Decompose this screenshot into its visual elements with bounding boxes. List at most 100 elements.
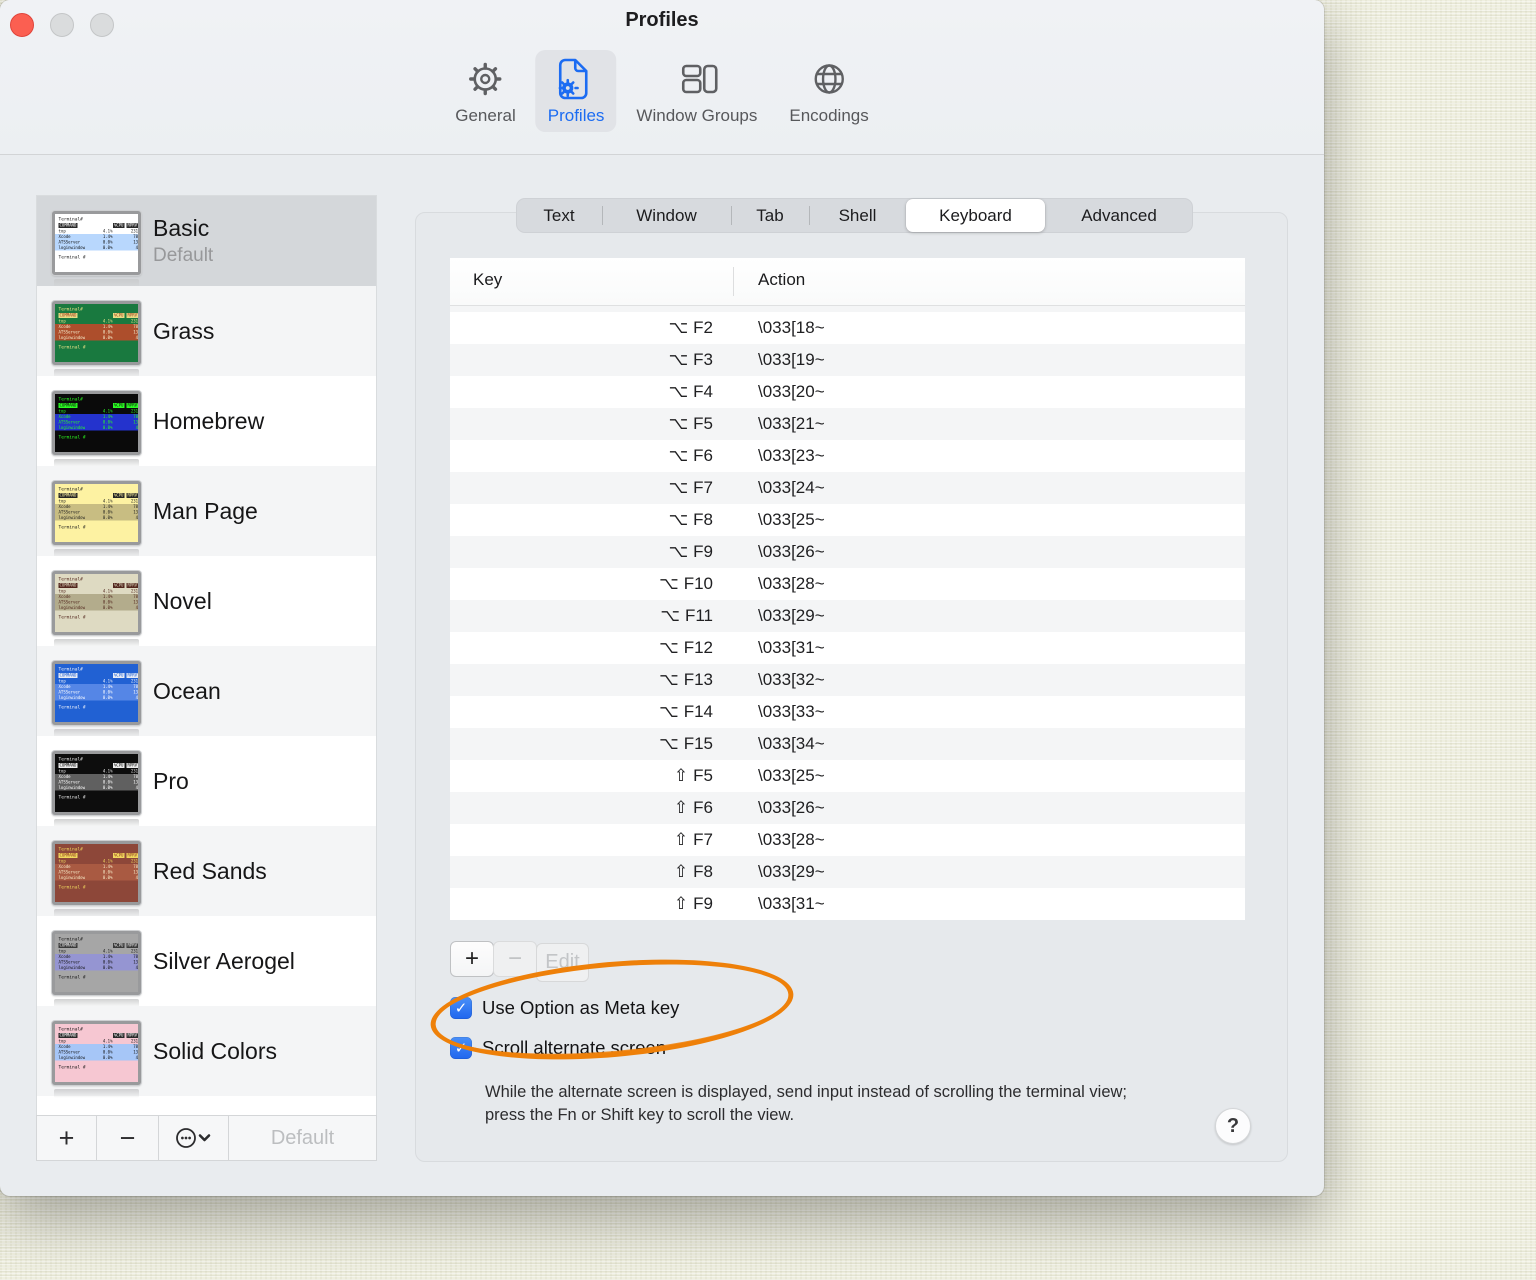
key-name: F13 [683,670,713,689]
modifier-key-icon: ⌥ [659,702,679,721]
tab-advanced[interactable]: Advanced [1045,198,1193,233]
scroll-alternate-screen-checkbox-row[interactable]: ✓ Scroll alternate screen [450,1037,666,1059]
action-value: \033[18~ [758,318,825,337]
tab-text[interactable]: Text [516,198,602,233]
profile-thumbnail: Terminal# COMMAND %CPU RPRVT top 4.1% 231K… [52,481,141,545]
profile-name: Silver Aerogel [153,947,295,974]
column-header-action: Action [758,270,806,289]
alternate-screen-help-text: While the alternate screen is displayed,… [485,1083,1128,1124]
toolbar: General Profiles Window Groups Encodings [443,50,881,132]
key-mapping-row[interactable]: ⇧ F7 \033[28~ [450,824,1245,856]
modifier-key-icon: ⇧ [673,798,689,817]
profile-list-item[interactable]: Terminal# COMMAND %CPU RPRVT top 4.1% 231K… [37,646,376,738]
key-mapping-row[interactable]: ⇧ F8 \033[29~ [450,856,1245,888]
key-mapping-row[interactable]: ⌥ F13 \033[32~ [450,664,1245,696]
modifier-key-icon: ⌥ [668,446,689,465]
profile-name: Basic [153,215,210,241]
tab-keyboard[interactable]: Keyboard [906,199,1045,232]
remove-profile-button[interactable]: − [97,1116,159,1160]
profile-list-item[interactable]: Terminal# COMMAND %CPU RPRVT top 4.1% 231K… [37,466,376,558]
edit-mapping-button[interactable]: Edit [536,943,589,982]
modifier-key-icon: ⌥ [668,542,689,561]
profile-thumbnail: Terminal# COMMAND %CPU RPRVT top 4.1% 231K… [52,301,141,365]
key-mapping-row[interactable]: ⌥ F8 \033[25~ [450,504,1245,536]
key-name: F10 [683,574,713,593]
checkbox-checked-icon[interactable]: ✓ [450,997,472,1019]
toolbar-item-window-groups[interactable]: Window Groups [624,50,769,132]
key-mapping-row[interactable]: ⌥ F11 \033[29~ [450,600,1245,632]
action-value: \033[28~ [758,830,825,849]
action-value: \033[21~ [758,414,825,433]
key-mapping-row[interactable]: ⌥ F4 \033[20~ [450,376,1245,408]
more-options-button[interactable] [159,1116,229,1160]
action-value: \033[33~ [758,702,825,721]
globe-icon [807,57,851,101]
modifier-key-icon: ⌥ [659,638,679,657]
profile-list-item[interactable]: Terminal# COMMAND %CPU RPRVT top 4.1% 231K… [37,376,376,468]
checkbox-label: Scroll alternate screen [482,1037,667,1058]
key-mapping-row[interactable]: ⌥ F14 \033[33~ [450,696,1245,728]
key-name: F7 [693,830,713,849]
profile-document-icon [554,57,598,101]
key-mapping-row[interactable]: ⇧ F9 \033[31~ [450,888,1245,920]
toolbar-label: Profiles [547,106,605,125]
profile-list-item[interactable]: Terminal# COMMAND %CPU RPRVT top 4.1% 231K… [37,196,376,288]
key-name: F3 [693,350,713,369]
ellipsis-circle-chevron-icon [175,1128,210,1148]
key-mapping-row[interactable]: ⌥ F10 \033[28~ [450,568,1245,600]
thumbnail-reflection [54,1089,139,1098]
key-mapping-row[interactable]: ⌥ F15 \033[34~ [450,728,1245,760]
profile-thumbnail: Terminal# COMMAND %CPU RPRVT top 4.1% 231K… [52,571,141,635]
profile-thumbnail: Terminal# COMMAND %CPU RPRVT top 4.1% 231K… [52,391,141,455]
key-mapping-row[interactable]: ⌥ F3 \033[19~ [450,344,1245,376]
profile-thumbnail: Terminal# COMMAND %CPU RPRVT top 4.1% 231K… [52,1021,141,1085]
modifier-key-icon: ⌥ [659,574,679,593]
toolbar-item-encodings[interactable]: Encodings [777,50,880,132]
help-button[interactable]: ? [1215,1108,1251,1144]
key-mapping-row[interactable]: ⌥ F6 \033[23~ [450,440,1245,472]
modifier-key-icon: ⌥ [659,734,679,753]
action-value: \033[32~ [758,670,825,689]
key-name: F7 [693,478,713,497]
profile-list: Terminal# COMMAND %CPU RPRVT top 4.1% 231K… [36,195,377,1115]
profile-list-item[interactable]: Terminal# COMMAND %CPU RPRVT top 4.1% 231K… [37,916,376,1008]
toolbar-item-profiles[interactable]: Profiles [535,50,617,132]
toolbar-label: Window Groups [636,106,758,125]
key-mapping-row[interactable]: ⌥ F12 \033[31~ [450,632,1245,664]
key-mapping-row[interactable]: ⇧ F5 \033[25~ [450,760,1245,792]
key-name: F15 [683,734,713,753]
tab-shell[interactable]: Shell [809,198,906,233]
table-header: Key Action [450,258,1245,306]
column-divider[interactable] [733,267,734,296]
remove-mapping-button[interactable]: − [493,941,537,977]
toolbar-item-general[interactable]: General [443,50,527,132]
tab-tab[interactable]: Tab [731,198,809,233]
key-mapping-row[interactable]: ⌥ F9 \033[26~ [450,536,1245,568]
profile-list-item[interactable]: Terminal# COMMAND %CPU RPRVT top 4.1% 231K… [37,286,376,378]
key-name: F6 [693,798,713,817]
profile-thumbnail: Terminal# COMMAND %CPU RPRVT top 4.1% 231K… [52,661,141,725]
preferences-window: Profiles General Profiles Window Groups … [0,0,1324,1196]
profile-thumbnail: Terminal# COMMAND %CPU RPRVT top 4.1% 231K… [52,841,141,905]
use-option-as-meta-checkbox-row[interactable]: ✓ Use Option as Meta key [450,997,679,1019]
add-mapping-button[interactable]: + [450,941,494,977]
default-button[interactable]: Default [229,1116,376,1160]
profile-list-item[interactable]: Terminal# COMMAND %CPU RPRVT top 4.1% 231K… [37,736,376,828]
profile-name: Homebrew [153,407,265,434]
key-mapping-row[interactable]: ⌥ F2 \033[18~ [450,312,1245,344]
profile-list-item[interactable]: Terminal# COMMAND %CPU RPRVT top 4.1% 231K… [37,1006,376,1098]
profile-list-footer: + − Default [36,1115,377,1161]
key-mapping-row[interactable]: ⌥ F5 \033[21~ [450,408,1245,440]
profile-name: Novel [153,587,212,614]
title-bar: Profiles General Profiles Window Groups … [0,0,1324,155]
key-mapping-row[interactable]: ⌥ F7 \033[24~ [450,472,1245,504]
tab-window[interactable]: Window [602,198,731,233]
profile-name: Solid Colors [153,1037,277,1064]
profile-list-item[interactable]: Terminal# COMMAND %CPU RPRVT top 4.1% 231K… [37,826,376,918]
key-name: F14 [683,702,713,721]
profile-list-item[interactable]: Terminal# COMMAND %CPU RPRVT top 4.1% 231K… [37,556,376,648]
key-mapping-row[interactable]: ⇧ F6 \033[26~ [450,792,1245,824]
checkbox-checked-icon[interactable]: ✓ [450,1037,472,1059]
add-profile-button[interactable]: + [37,1116,97,1160]
profile-subtitle: Default [153,245,214,266]
